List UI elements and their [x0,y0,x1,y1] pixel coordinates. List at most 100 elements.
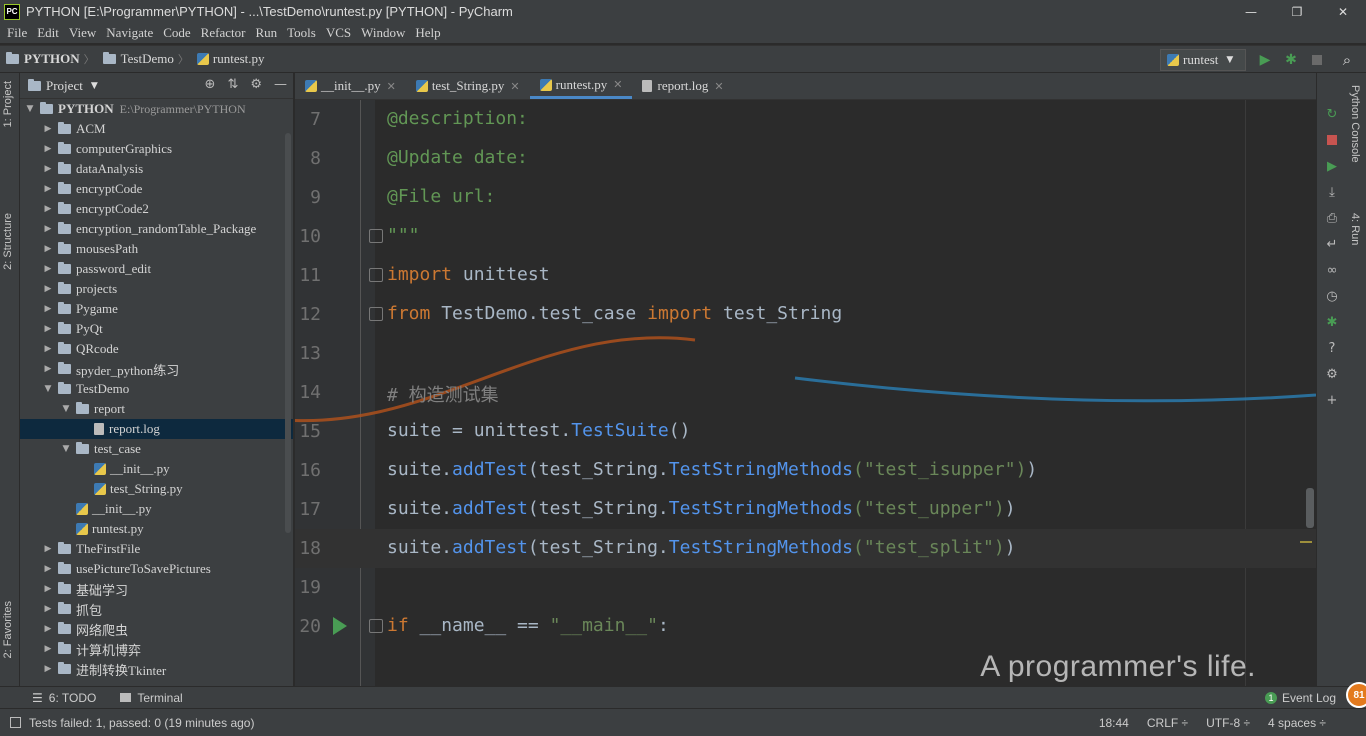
tree-item[interactable]: ▶ password_edit [20,259,293,279]
code-line[interactable]: 9 @File url: [295,178,1316,217]
project-tool-tab[interactable]: 1: Project [2,81,14,127]
debug-icon[interactable]: ✱ [1323,313,1341,331]
tree-item[interactable]: test_String.py [20,479,293,499]
tree-item[interactable]: ▶ encryptCode2 [20,199,293,219]
help-icon[interactable]: ? [1323,339,1341,357]
code-line[interactable]: 12 from TestDemo.test_case import test_St… [295,295,1316,334]
tree-item[interactable]: __init__.py [20,459,293,479]
todo-tool-tab[interactable]: ☰ 6: TODO [32,691,96,705]
collapsed-arrow-icon[interactable]: ▶ [42,644,54,654]
tree-item[interactable]: ▶ 抓包 [20,599,293,619]
code-line[interactable]: 16 suite.addTest(test_String.TestStringMe… [295,451,1316,490]
fold-marker-icon[interactable] [369,307,383,321]
expanded-arrow-icon[interactable]: ▼ [42,384,54,394]
close-tab-icon[interactable]: ✕ [714,80,723,93]
add-icon[interactable]: + [1323,391,1341,409]
run-gutter-icon[interactable] [333,617,347,635]
code-line[interactable]: 19 [295,568,1316,607]
minimize-button[interactable]: — [1228,0,1274,23]
close-tab-icon[interactable]: ✕ [510,80,519,93]
expanded-arrow-icon[interactable]: ▼ [60,444,72,454]
editor-scrollbar[interactable] [1306,488,1314,528]
tree-item[interactable]: ▶ encryption_randomTable_Package [20,219,293,239]
tree-item[interactable]: ▼ report [20,399,293,419]
collapsed-arrow-icon[interactable]: ▶ [42,224,54,234]
file-encoding[interactable]: UTF-8 ÷ [1206,716,1250,730]
expanded-arrow-icon[interactable]: ▼ [60,404,72,414]
menu-window[interactable]: Window [356,25,410,41]
collapsed-arrow-icon[interactable]: ▶ [42,584,54,594]
tree-item[interactable]: ▶ 网络爬虫 [20,619,293,639]
breadcrumb-folder[interactable]: TestDemo 〉 [102,51,193,67]
tree-item[interactable]: ▶ encryptCode [20,179,293,199]
tree-item[interactable]: ▶ Pygame [20,299,293,319]
tree-item[interactable]: ▶ mousesPath [20,239,293,259]
project-scrollbar[interactable] [285,133,291,533]
fold-marker-icon[interactable] [369,619,383,633]
menu-tools[interactable]: Tools [282,25,321,41]
locate-icon[interactable]: ⊕ [205,77,216,92]
run-icon[interactable]: ▶ [1323,157,1341,175]
python-console-tab[interactable]: Python Console [1349,85,1361,163]
close-tab-icon[interactable]: ✕ [613,78,622,91]
collapsed-arrow-icon[interactable]: ▶ [42,144,54,154]
editor-tab[interactable]: runtest.py ✕ [529,73,633,99]
breadcrumb-project[interactable]: PYTHON 〉 [6,51,99,67]
collapsed-arrow-icon[interactable]: ▶ [42,624,54,634]
run-config-select[interactable]: runtest ▼ [1160,49,1246,71]
fold-marker-icon[interactable] [369,229,383,243]
terminal-tool-tab[interactable]: Terminal [120,691,183,705]
code-line[interactable]: 17 suite.addTest(test_String.TestStringMe… [295,490,1316,529]
collapsed-arrow-icon[interactable]: ▶ [42,164,54,174]
run-tool-tab[interactable]: 4: Run [1349,213,1361,245]
collapsed-arrow-icon[interactable]: ▶ [42,184,54,194]
menu-vcs[interactable]: VCS [321,25,356,41]
tree-item[interactable]: ▼ test_case [20,439,293,459]
collapsed-arrow-icon[interactable]: ▶ [42,264,54,274]
code-line[interactable]: 20 if __name__ == "__main__": [295,607,1316,646]
collapsed-arrow-icon[interactable]: ▶ [42,604,54,614]
line-separator[interactable]: CRLF ÷ [1147,716,1188,730]
collapsed-arrow-icon[interactable]: ▶ [42,564,54,574]
editor-tab[interactable]: test_String.py ✕ [406,73,530,99]
collapsed-arrow-icon[interactable]: ▶ [42,544,54,554]
tree-root[interactable]: ▼ PYTHON E:\Programmer\PYTHON [20,99,293,119]
tree-item[interactable]: ▶ ACM [20,119,293,139]
tree-item[interactable]: ▼ TestDemo [20,379,293,399]
soft-wrap-icon[interactable]: ↵ [1323,235,1341,253]
tree-item[interactable]: ▶ 进制转换Tkinter [20,659,293,679]
tree-item[interactable]: ▶ spyder_python练习 [20,359,293,379]
status-message[interactable]: Tests failed: 1, passed: 0 (19 minutes a… [29,716,254,730]
tree-item[interactable]: ▶ dataAnalysis [20,159,293,179]
print-icon[interactable]: ⎙ [1323,209,1341,227]
code-line[interactable]: 18 suite.addTest(test_String.TestStringMe… [295,529,1316,568]
menu-edit[interactable]: Edit [32,25,64,41]
collapsed-arrow-icon[interactable]: ▶ [42,304,54,314]
collapsed-arrow-icon[interactable]: ▶ [42,344,54,354]
code-line[interactable]: 14 # 构造测试集 [295,373,1316,412]
code-line[interactable]: 8 @Update date: [295,139,1316,178]
glasses-icon[interactable]: ∞ [1323,261,1341,279]
project-panel-title[interactable]: Project [46,78,83,94]
menu-navigate[interactable]: Navigate [101,25,158,41]
collapsed-arrow-icon[interactable]: ▶ [42,204,54,214]
editor-tab[interactable]: __init__.py ✕ [295,73,406,99]
menu-code[interactable]: Code [158,25,195,41]
debug-icon[interactable]: ✱ [1282,51,1300,69]
collapsed-arrow-icon[interactable]: ▶ [42,364,54,374]
hide-icon[interactable]: — [274,77,287,92]
menu-refactor[interactable]: Refactor [196,25,251,41]
stop-icon[interactable] [1323,131,1341,149]
fold-marker-icon[interactable] [369,268,383,282]
rerun-icon[interactable]: ↻ [1323,105,1341,123]
code-line[interactable]: 10 """ [295,217,1316,256]
tree-item[interactable]: report.log [20,419,293,439]
event-log-tab[interactable]: 1 Event Log [1264,691,1336,705]
gear-icon[interactable]: ⚙ [1323,365,1341,383]
maximize-button[interactable]: ❐ [1274,0,1320,23]
tree-item[interactable]: ▶ projects [20,279,293,299]
menu-help[interactable]: Help [410,25,445,41]
breadcrumb-file[interactable]: runtest.py [196,51,265,67]
chevron-down-icon[interactable]: ▼ [91,81,98,91]
indent-setting[interactable]: 4 spaces ÷ [1268,716,1326,730]
